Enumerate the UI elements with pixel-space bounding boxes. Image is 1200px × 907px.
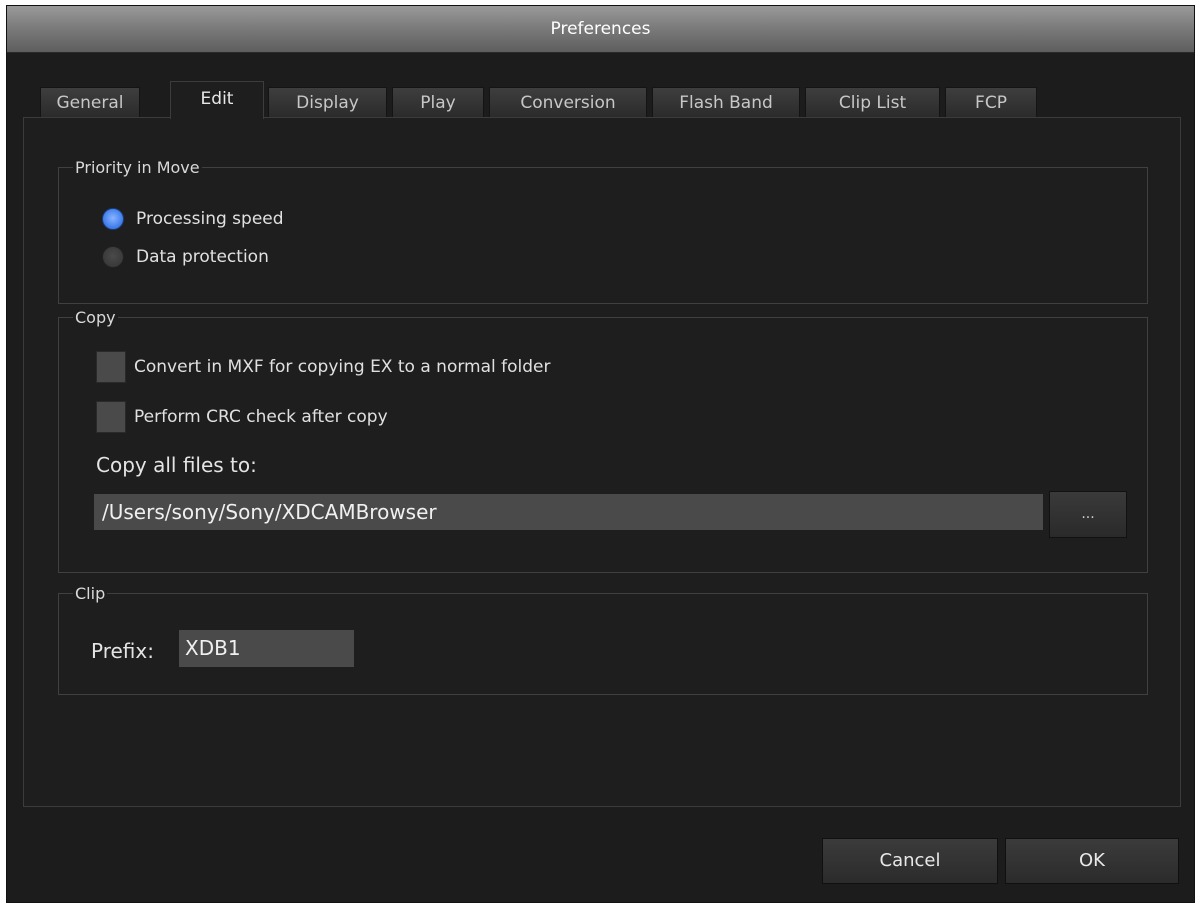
priority-legend: Priority in Move xyxy=(75,158,200,177)
checkbox-convert-mxf[interactable]: Convert in MXF for copying EX to a norma… xyxy=(96,351,551,383)
ok-button[interactable]: OK xyxy=(1005,838,1179,884)
copy-dest-path-field[interactable]: /Users/sony/Sony/XDCAMBrowser xyxy=(94,494,1043,530)
window-title: Preferences xyxy=(550,19,651,39)
checkbox-label: Perform CRC check after copy xyxy=(134,407,388,427)
radio-label: Data protection xyxy=(136,247,269,267)
radio-unselected-icon xyxy=(102,246,124,268)
preferences-window: Preferences General Edit Display Play Co… xyxy=(6,5,1195,903)
tab-play[interactable]: Play xyxy=(392,87,484,118)
priority-group: Priority in Move xyxy=(58,158,1148,304)
tab-conversion[interactable]: Conversion xyxy=(489,87,647,118)
copy-group: Copy xyxy=(58,308,1148,573)
tab-display[interactable]: Display xyxy=(268,87,387,118)
checkbox-label: Convert in MXF for copying EX to a norma… xyxy=(134,357,551,377)
radio-selected-icon xyxy=(102,208,124,230)
copy-legend: Copy xyxy=(75,308,116,327)
prefix-label: Prefix: xyxy=(91,639,154,663)
tab-edit[interactable]: Edit xyxy=(170,81,264,119)
radio-label: Processing speed xyxy=(136,209,284,229)
clip-legend: Clip xyxy=(75,584,106,603)
checkbox-box xyxy=(96,401,126,433)
radio-processing-speed[interactable]: Processing speed xyxy=(102,208,284,230)
cancel-button[interactable]: Cancel xyxy=(822,838,998,884)
browse-button[interactable]: ... xyxy=(1049,491,1127,538)
tab-flash-band[interactable]: Flash Band xyxy=(652,87,800,118)
checkbox-crc-check[interactable]: Perform CRC check after copy xyxy=(96,401,388,433)
tab-clip-list[interactable]: Clip List xyxy=(805,87,940,118)
checkbox-box xyxy=(96,351,126,383)
tab-fcp[interactable]: FCP xyxy=(945,87,1037,118)
tab-general[interactable]: General xyxy=(40,87,140,118)
radio-data-protection[interactable]: Data protection xyxy=(102,246,269,268)
title-bar[interactable]: Preferences xyxy=(7,6,1194,53)
copy-dest-label: Copy all files to: xyxy=(96,453,257,477)
tab-content-edit: Priority in Move Processing speed Data p… xyxy=(23,117,1181,807)
prefix-input[interactable]: XDB1 xyxy=(179,630,354,667)
